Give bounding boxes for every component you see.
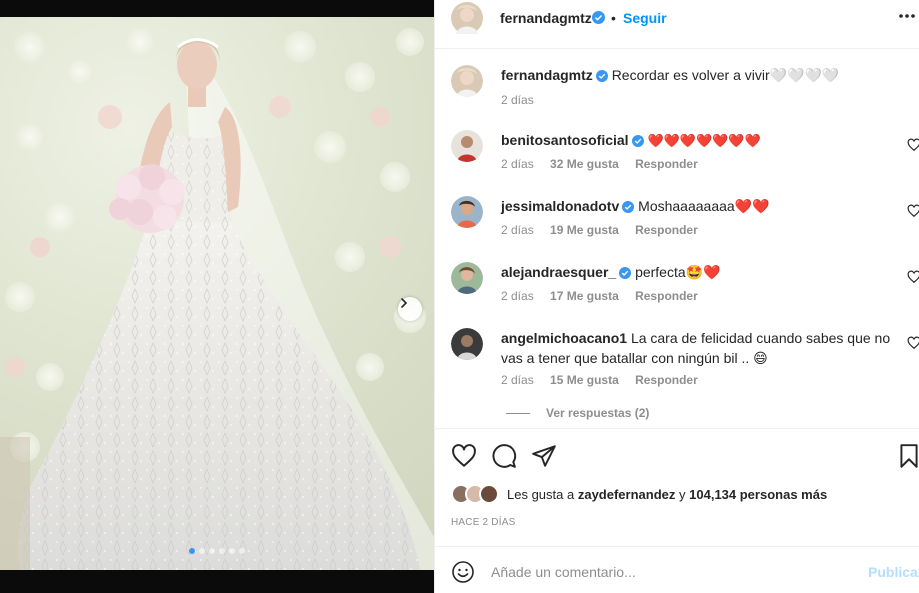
verified-badge-icon [622, 201, 635, 213]
comment-username[interactable]: fernandagmtz [501, 67, 593, 83]
comment-username[interactable]: angelmichoacano1 [501, 330, 627, 346]
comment-meta: 2 días [501, 93, 547, 107]
likes-prefix: Les gusta a [507, 486, 575, 502]
post-header: fernandagmtz • Seguir [435, 0, 919, 49]
post-photo[interactable] [0, 17, 434, 570]
action-bar [435, 428, 919, 480]
comment-body: perfecta🤩❤️ [635, 264, 721, 280]
comment-body: ❤️❤️❤️❤️❤️❤️❤️ [647, 133, 761, 148]
comment-text: benitosantosoficial ❤️❤️❤️❤️❤️❤️❤️ [501, 130, 891, 151]
comment-text: alejandraesquer_ perfecta🤩❤️ [501, 262, 891, 282]
comment-meta: 2 días 15 Me gusta Responder [501, 373, 711, 387]
comment-username[interactable]: jessimaldonadotv [501, 198, 619, 214]
comment-likes[interactable]: 17 Me gusta [550, 289, 619, 303]
likes-summary: Les gusta a zaydefernandez y 104,134 per… [451, 484, 827, 504]
comment-likes[interactable]: 15 Me gusta [550, 373, 619, 387]
emoji-icon[interactable] [451, 560, 475, 584]
verified-badge-icon [619, 267, 632, 279]
carousel-dots [0, 548, 434, 554]
verified-badge-icon [595, 70, 608, 82]
post-side-panel: fernandagmtz • Seguir fernandagmtz Recor… [434, 0, 919, 593]
comment-input[interactable] [491, 559, 851, 585]
comment-username[interactable]: benitosantosoficial [501, 132, 629, 148]
avatar[interactable] [451, 328, 483, 360]
avatar[interactable] [451, 65, 483, 97]
comment-time: 2 días [501, 157, 534, 171]
comment-text: jessimaldonadotv Moshaaaaaaaa❤️❤️ [501, 196, 891, 216]
replies-divider [506, 412, 530, 414]
verified-badge-icon [592, 11, 605, 24]
comment-body: Moshaaaaaaaa❤️❤️ [638, 198, 770, 214]
comment-likes[interactable]: 19 Me gusta [550, 223, 619, 237]
heart-icon[interactable] [451, 443, 477, 469]
more-options-icon[interactable] [897, 6, 917, 26]
comment-meta: 2 días 19 Me gusta Responder [501, 223, 711, 237]
comment-text: angelmichoacano1 La cara de felicidad cu… [501, 328, 891, 368]
heart-outline-icon[interactable] [907, 138, 919, 152]
comment-text: fernandagmtz Recordar es volver a vivir🤍… [501, 65, 891, 85]
comment-body: Recordar es volver a vivir🤍🤍🤍🤍 [611, 67, 840, 83]
reply-button[interactable]: Responder [635, 157, 698, 171]
avatar[interactable] [451, 130, 483, 162]
likes-connector: y [679, 486, 686, 502]
bottom-frame-bar [0, 570, 434, 593]
carousel-next-button[interactable] [398, 297, 422, 321]
wedding-photo-illustration [0, 27, 434, 570]
comment-likes[interactable]: 32 Me gusta [550, 157, 619, 171]
comment-meta: 2 días 17 Me gusta Responder [501, 289, 711, 303]
author-avatar[interactable] [451, 2, 483, 34]
bookmark-icon[interactable] [896, 443, 919, 469]
publish-button[interactable]: Publicar [868, 564, 919, 580]
avatar[interactable] [451, 196, 483, 228]
heart-outline-icon[interactable] [907, 270, 919, 284]
carousel-dot [209, 548, 215, 554]
liker-username[interactable]: zaydefernandez [578, 487, 676, 502]
comment-icon[interactable] [491, 443, 517, 469]
follow-button[interactable]: Seguir [623, 10, 667, 26]
comment-time: 2 días [501, 93, 534, 107]
author-username[interactable]: fernandagmtz [500, 10, 592, 26]
carousel-dot [229, 548, 235, 554]
carousel-dot [199, 548, 205, 554]
heart-outline-icon[interactable] [907, 204, 919, 218]
share-icon[interactable] [531, 443, 557, 469]
reply-button[interactable]: Responder [635, 289, 698, 303]
reply-button[interactable]: Responder [635, 223, 698, 237]
carousel-dot [239, 548, 245, 554]
carousel-dot [189, 548, 195, 554]
comments-list: fernandagmtz Recordar es volver a vivir🤍… [435, 50, 919, 428]
avatar [479, 484, 499, 504]
liker-avatars[interactable] [451, 484, 507, 504]
view-replies-label: Ver respuestas (2) [546, 406, 650, 420]
header-separator: • [611, 10, 616, 26]
likes-count[interactable]: 104,134 personas más [689, 487, 827, 502]
comment-time: 2 días [501, 223, 534, 237]
view-replies-button[interactable]: Ver respuestas (2) [506, 406, 649, 420]
verified-badge-icon [631, 135, 644, 147]
comment-username[interactable]: alejandraesquer_ [501, 264, 616, 280]
comment-meta: 2 días 32 Me gusta Responder [501, 157, 711, 171]
comment-time: 2 días [501, 373, 534, 387]
comment-time: 2 días [501, 289, 534, 303]
heart-outline-icon[interactable] [907, 336, 919, 350]
post-timestamp[interactable]: HACE 2 DÍAS [451, 517, 515, 528]
chevron-right-icon [401, 298, 408, 308]
add-comment-bar: Publicar [435, 546, 919, 593]
carousel-dot [219, 548, 225, 554]
reply-button[interactable]: Responder [635, 373, 698, 387]
avatar[interactable] [451, 262, 483, 294]
